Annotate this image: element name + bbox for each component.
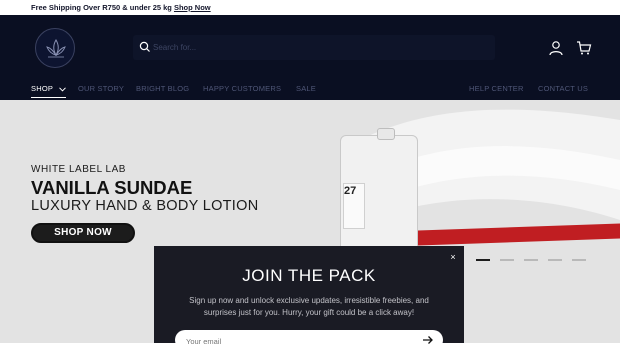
hero-brand: WHITE LABEL LAB — [31, 164, 126, 175]
nav-item-our-story[interactable]: OUR STORY — [78, 84, 124, 93]
shop-now-link[interactable]: Shop Now — [174, 3, 211, 12]
hero-subtitle: LUXURY HAND & BODY LOTION — [31, 198, 259, 214]
newsletter-popup: × JOIN THE PACK Sign up now and unlock e… — [154, 246, 464, 350]
slider-dot-3[interactable] — [524, 259, 538, 261]
product-jug-image: 27 — [340, 128, 418, 259]
announcement-bar: Free Shipping Over R750 & under 25 kg Sh… — [0, 0, 620, 15]
search-bar[interactable] — [133, 35, 495, 60]
cart-icon[interactable] — [576, 40, 592, 56]
slider-dot-1[interactable] — [476, 259, 490, 261]
hero-product-title: VANILLA SUNDAE — [31, 177, 193, 198]
nav-item-happy-customers[interactable]: HAPPY CUSTOMERS — [203, 84, 281, 93]
arrow-right-icon[interactable] — [422, 334, 434, 346]
jug-cap — [377, 128, 395, 140]
logo[interactable] — [35, 28, 75, 68]
email-input[interactable] — [186, 335, 406, 347]
search-input[interactable] — [153, 39, 483, 56]
search-icon — [139, 41, 150, 52]
close-icon[interactable]: × — [448, 252, 458, 262]
nav-item-sale[interactable]: SALE — [296, 84, 316, 93]
site-header: SHOP OUR STORY BRIGHT BLOG HAPPY CUSTOME… — [0, 15, 620, 100]
email-field[interactable] — [175, 330, 443, 350]
slider-dot-5[interactable] — [572, 259, 586, 261]
nav-item-bright-blog[interactable]: BRIGHT BLOG — [136, 84, 189, 93]
slider-dot-2[interactable] — [500, 259, 514, 261]
slider-dot-4[interactable] — [548, 259, 562, 261]
jug-number: 27 — [344, 185, 357, 197]
announcement-text: Free Shipping Over R750 & under 25 kg — [31, 3, 174, 12]
popup-body: Sign up now and unlock exclusive updates… — [189, 296, 429, 317]
chevron-down-icon — [59, 86, 67, 92]
nav-item-help-center[interactable]: HELP CENTER — [469, 84, 524, 93]
account-icon[interactable] — [548, 40, 564, 56]
shop-now-button[interactable]: SHOP NOW — [31, 223, 135, 243]
nav-item-contact-us[interactable]: CONTACT US — [538, 84, 588, 93]
main-nav: SHOP OUR STORY BRIGHT BLOG HAPPY CUSTOME… — [0, 83, 620, 99]
lotus-icon — [46, 39, 66, 58]
nav-item-shop[interactable]: SHOP — [31, 84, 67, 98]
popup-title: JOIN THE PACK — [242, 266, 376, 285]
